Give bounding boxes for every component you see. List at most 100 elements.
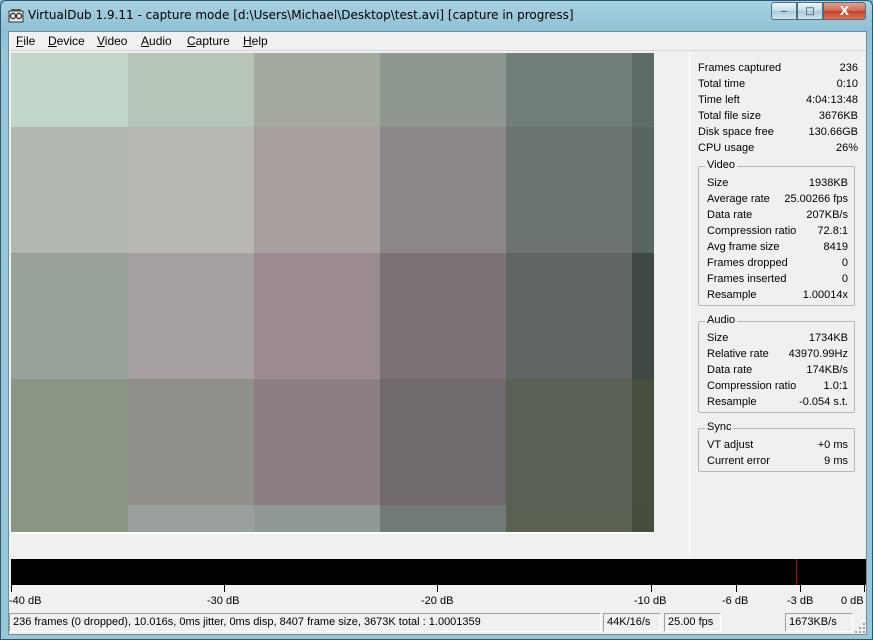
db-tick — [800, 585, 801, 592]
menu-video[interactable]: Video — [97, 34, 127, 48]
status-main: 236 frames (0 dropped), 10.016s, 0ms jit… — [9, 613, 601, 632]
preview-tile — [380, 505, 506, 532]
virtualdub-window: VirtualDub 1.9.11 - capture mode [d:\Use… — [0, 0, 873, 640]
sync-stat-row: Current error 9 ms — [707, 455, 848, 467]
preview-tile — [380, 127, 506, 253]
preview-tile — [254, 127, 380, 253]
audio-stat-row: Relative rate 43970.99Hz — [707, 348, 848, 360]
preview-tile — [380, 253, 506, 379]
stat-total-time: Total time 0:10 — [698, 78, 858, 90]
db-tick — [864, 585, 865, 592]
preview-tile — [254, 53, 380, 127]
preview-tile — [128, 379, 254, 505]
menu-capture[interactable]: Capture — [187, 34, 230, 48]
close-button[interactable]: X — [823, 2, 866, 20]
preview-tile — [128, 505, 254, 532]
preview-tile — [506, 379, 632, 505]
audio-stat-row: Data rate 174KB/s — [707, 364, 848, 376]
stat-time-left: Time left 4:04:13:48 — [698, 94, 858, 106]
preview-tile — [632, 127, 654, 253]
minimize-icon: ‒ — [780, 5, 788, 17]
db-label: 0 dB — [841, 595, 864, 607]
db-label: -6 dB — [722, 595, 749, 607]
window-title: VirtualDub 1.9.11 - capture mode [d:\Use… — [28, 8, 574, 22]
video-stats-group: Video Size 1938KB Average rate 25.00266 fp… — [698, 159, 855, 306]
status-audio-format: 44K/16/s — [603, 613, 661, 632]
preview-tile — [632, 253, 654, 379]
preview-tile — [254, 253, 380, 379]
preview-tile — [506, 253, 632, 379]
db-label: -10 dB — [634, 595, 667, 607]
audio-group-title: Audio — [705, 314, 738, 326]
preview-tile — [11, 253, 128, 379]
resize-grip-icon[interactable] — [854, 622, 866, 634]
audio-stat-row: Compression ratio 1.0:1 — [707, 380, 848, 392]
preview-tile — [254, 505, 380, 532]
audio-stats-group: Audio Size 1734KB Relative rate 43970.99Hz… — [698, 314, 855, 413]
preview-tile — [632, 53, 654, 127]
preview-tile — [506, 127, 632, 253]
menu-file[interactable]: File — [16, 34, 35, 48]
status-fps: 25.00 fps — [664, 613, 721, 632]
preview-tile — [11, 505, 128, 532]
maximize-button[interactable]: □ — [797, 2, 823, 20]
minimize-button[interactable]: ‒ — [771, 2, 797, 20]
preview-tile — [128, 53, 254, 127]
sync-stat-row: VT adjust +0 ms — [707, 439, 848, 451]
video-stat-row: Compression ratio 72.8:1 — [707, 225, 848, 237]
title-bar[interactable]: VirtualDub 1.9.11 - capture mode [d:\Use… — [1, 1, 872, 31]
preview-tile — [11, 127, 128, 253]
preview-tile — [11, 53, 128, 127]
audio-level-meter — [11, 559, 866, 585]
db-label: -40 dB — [9, 595, 42, 607]
db-tick — [437, 585, 438, 592]
db-label: -3 dB — [787, 595, 814, 607]
audio-stat-row: Size 1734KB — [707, 332, 848, 344]
preview-tile — [11, 379, 128, 505]
db-scale: -40 dB -30 dB -20 dB -10 dB -6 dB -3 dB … — [9, 585, 866, 610]
video-group-title: Video — [705, 159, 737, 171]
preview-tile — [506, 53, 632, 127]
preview-tile — [506, 505, 632, 532]
preview-tile — [380, 53, 506, 127]
menu-device[interactable]: Device — [48, 34, 85, 48]
menu-help[interactable]: Help — [243, 34, 268, 48]
stat-disk-space-free: Disk space free 130.66GB — [698, 126, 858, 138]
db-label: -20 dB — [421, 595, 454, 607]
stat-frames-captured: Frames captured 236 — [698, 62, 858, 74]
maximize-icon: □ — [805, 5, 815, 17]
sync-group-title: Sync — [705, 421, 734, 433]
video-preview — [11, 53, 654, 534]
virtualdub-app-icon[interactable] — [8, 8, 24, 24]
preview-tile — [254, 379, 380, 505]
video-stat-row: Frames inserted 0 — [707, 273, 848, 285]
db-tick — [11, 585, 12, 592]
preview-tile — [632, 379, 654, 505]
close-icon: X — [839, 4, 850, 18]
preview-tile — [380, 379, 506, 505]
db-tick — [224, 585, 225, 592]
menu-audio[interactable]: Audio — [141, 34, 172, 48]
preview-tile — [128, 253, 254, 379]
status-spacer — [724, 613, 784, 632]
status-data-rate: 1673KB/s — [785, 613, 853, 632]
status-bar: 236 frames (0 dropped), 10.016s, 0ms jit… — [9, 612, 866, 634]
video-stat-row: Size 1938KB — [707, 177, 848, 189]
preview-tile — [128, 127, 254, 253]
caption-buttons: ‒ □ X — [771, 2, 866, 20]
db-tick — [651, 585, 652, 592]
db-tick — [736, 585, 737, 592]
video-stat-row: Frames dropped 0 — [707, 257, 848, 269]
video-stat-row: Resample 1.00014x — [707, 289, 848, 301]
capture-stats-panel: Frames captured 236 Total time 0:10 Time l… — [689, 52, 866, 558]
audio-stat-row: Resample -0.054 s.t. — [707, 396, 848, 408]
preview-tile — [632, 505, 654, 532]
peak-level-marker — [796, 559, 797, 585]
video-stat-row: Avg frame size 8419 — [707, 241, 848, 253]
client-area: File Device Video Audio Capture Help Fra… — [8, 31, 867, 635]
menu-bar: File Device Video Audio Capture Help — [9, 32, 866, 51]
video-stat-row: Data rate 207KB/s — [707, 209, 848, 221]
sync-stats-group: Sync VT adjust +0 ms Current error 9 ms — [698, 421, 855, 472]
video-stat-row: Average rate 25.00266 fps — [707, 193, 848, 205]
stat-cpu-usage: CPU usage 26% — [698, 142, 858, 154]
